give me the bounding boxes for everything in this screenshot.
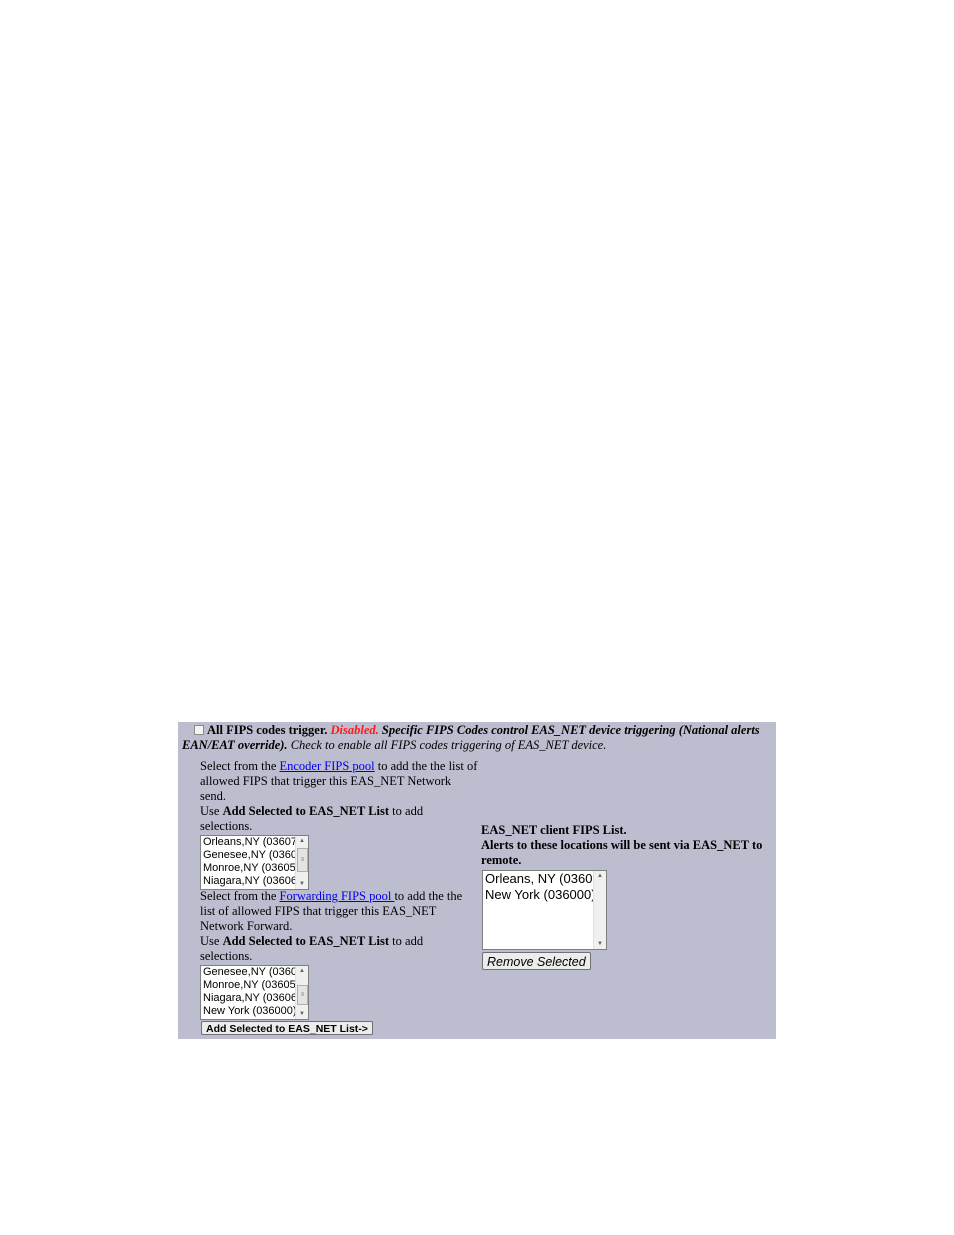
- list-item[interactable]: Monroe,NY (036055): [201, 862, 308, 875]
- trigger-hint: Check to enable all FIPS codes triggerin…: [290, 738, 607, 752]
- encoder-text-before: Select from the: [200, 759, 280, 773]
- list-item[interactable]: Orleans, NY (036073): [483, 871, 606, 887]
- use-bold: Add Selected to EAS_NET List: [222, 804, 390, 818]
- forwarding-text-before: Select from the: [200, 889, 280, 903]
- scroll-thumb[interactable]: ≡: [297, 985, 308, 1005]
- scroll-up-icon[interactable]: ▲: [296, 836, 308, 846]
- scrollbar[interactable]: ▲ ▼: [593, 871, 606, 949]
- list-item[interactable]: Genesee,NY (036037): [201, 849, 308, 862]
- forwarding-instructions: Select from the Forwarding FIPS pool to …: [200, 889, 478, 934]
- list-item[interactable]: New York (036000): [483, 887, 606, 903]
- scroll-down-icon[interactable]: ▼: [296, 1009, 308, 1019]
- encoder-fips-listbox[interactable]: Orleans,NY (036073) Genesee,NY (036037) …: [200, 835, 309, 890]
- encoder-fips-pool-link[interactable]: Encoder FIPS pool: [280, 759, 375, 773]
- encoder-section: Select from the Encoder FIPS pool to add…: [200, 759, 478, 834]
- forwarding-section: Select from the Forwarding FIPS pool to …: [200, 889, 478, 964]
- list-item[interactable]: Niagara,NY (036063): [201, 992, 308, 1005]
- forwarding-use-hint: Use Add Selected to EAS_NET List to add …: [200, 934, 478, 964]
- all-fips-trigger-row: All FIPS codes trigger. Disabled. Specif…: [182, 723, 772, 753]
- all-fips-trigger-label: All FIPS codes trigger.: [207, 723, 328, 737]
- status-disabled: Disabled.: [330, 723, 379, 737]
- use-prefix: Use: [200, 934, 223, 948]
- scroll-up-icon[interactable]: ▲: [296, 966, 308, 976]
- forwarding-fips-pool-link[interactable]: Forwarding FIPS pool: [280, 889, 395, 903]
- use-prefix: Use: [200, 804, 223, 818]
- use-bold: Add Selected to EAS_NET List: [222, 934, 390, 948]
- scrollbar[interactable]: ▲ ≡ ▼: [295, 966, 308, 1019]
- remove-selected-button[interactable]: Remove Selected: [482, 952, 591, 970]
- client-list-title: EAS_NET client FIPS List.: [481, 823, 627, 837]
- forwarding-fips-listbox[interactable]: Genesee,NY (036037) Monroe,NY (036055) N…: [200, 965, 309, 1020]
- encoder-use-hint: Use Add Selected to EAS_NET List to add …: [200, 804, 478, 834]
- scroll-up-icon[interactable]: ▲: [594, 871, 606, 881]
- client-fips-listbox[interactable]: Orleans, NY (036073) New York (036000) ▲…: [482, 870, 607, 950]
- scroll-thumb[interactable]: ≡: [297, 848, 308, 872]
- list-item[interactable]: New York (036000): [201, 1005, 308, 1018]
- list-item[interactable]: Niagara,NY (036063): [201, 875, 308, 888]
- scroll-down-icon[interactable]: ▼: [594, 939, 606, 949]
- list-item[interactable]: Genesee,NY (036037): [201, 966, 308, 979]
- list-item[interactable]: Monroe,NY (036055): [201, 979, 308, 992]
- scroll-down-icon[interactable]: ▼: [296, 879, 308, 889]
- client-list-header: EAS_NET client FIPS List. Alerts to thes…: [481, 823, 776, 868]
- all-fips-trigger-checkbox[interactable]: [194, 725, 204, 735]
- list-item[interactable]: Orleans,NY (036073): [201, 836, 308, 849]
- encoder-instructions: Select from the Encoder FIPS pool to add…: [200, 759, 478, 804]
- add-selected-button[interactable]: Add Selected to EAS_NET List->: [201, 1021, 373, 1035]
- scrollbar[interactable]: ▲ ≡ ▼: [295, 836, 308, 889]
- client-list-subtitle: Alerts to these locations will be sent v…: [481, 838, 763, 867]
